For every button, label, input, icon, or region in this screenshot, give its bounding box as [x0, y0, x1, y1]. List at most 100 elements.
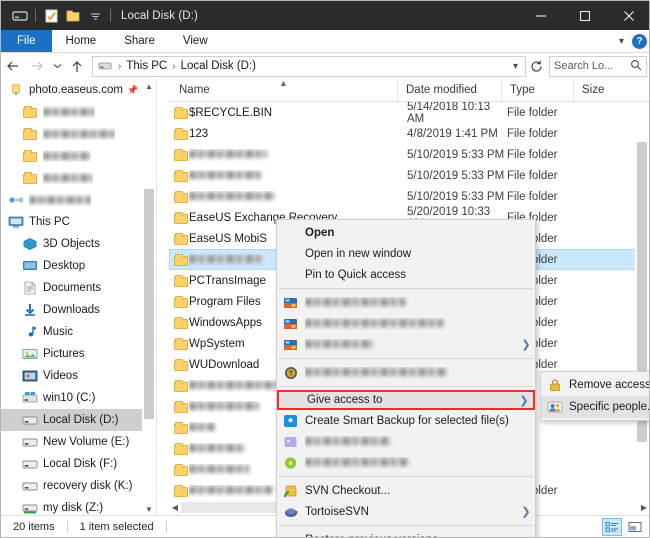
- lock-icon: [541, 378, 569, 392]
- file-date-modified: 5/10/2019 5:33 PM: [407, 149, 507, 161]
- menu-item-tortoisesvn[interactable]: TortoiseSVN❯: [277, 501, 535, 522]
- back-button[interactable]: [1, 54, 25, 78]
- pin-icon[interactable]: 📌: [127, 85, 138, 96]
- sidebar-item-new-volume-e[interactable]: New Volume (E:): [1, 431, 156, 453]
- sidebar-item-this-pc[interactable]: This PC: [1, 211, 156, 233]
- sidebar-item-win10-c[interactable]: win10 (C:): [1, 387, 156, 409]
- scroll-left-icon[interactable]: ◀: [169, 503, 181, 512]
- sidebar-item-downloads[interactable]: Downloads: [1, 299, 156, 321]
- toolbar-divider-2: [110, 9, 111, 22]
- menu-item-give-access-to[interactable]: Give access to❯: [277, 390, 535, 410]
- search-input[interactable]: Search Lo...: [549, 56, 647, 77]
- sidebar-item-pictures[interactable]: Pictures: [1, 343, 156, 365]
- redacted-text: [43, 108, 95, 116]
- table-row[interactable]: 5/10/2019 5:33 PMFile folder: [169, 165, 650, 186]
- menu-item-redacted-9[interactable]: [277, 431, 535, 452]
- properties-icon[interactable]: [40, 5, 62, 27]
- submenu-item-remove-access[interactable]: Remove access: [541, 374, 650, 396]
- scroll-up-icon[interactable]: ▲: [142, 79, 156, 93]
- breadcrumb[interactable]: › This PC › Local Disk (D:) ▾: [92, 56, 526, 77]
- help-icon[interactable]: ?: [632, 34, 647, 49]
- sidebar-item-redacted-3[interactable]: [1, 145, 156, 167]
- 3d-objects-icon: [21, 236, 38, 252]
- scrollbar-thumb[interactable]: [144, 189, 154, 419]
- redacted-text: [189, 381, 277, 389]
- close-button[interactable]: [607, 1, 650, 30]
- pin-folder-icon: [7, 82, 24, 98]
- menu-item-redacted-6[interactable]: [277, 362, 535, 383]
- address-bar: › This PC › Local Disk (D:) ▾ Search Lo.…: [1, 53, 650, 79]
- sidebar-item-music[interactable]: Music: [1, 321, 156, 343]
- large-icons-view-icon[interactable]: [625, 518, 645, 536]
- submenu-item-label: Remove access: [569, 379, 650, 391]
- sidebar-item-redacted-1[interactable]: [1, 101, 156, 123]
- menu-item-open-in-new-window[interactable]: Open in new window: [277, 243, 535, 264]
- redacted-text: [29, 196, 91, 204]
- refresh-icon[interactable]: [526, 56, 546, 77]
- forward-button[interactable]: [25, 54, 49, 78]
- table-row[interactable]: 1234/8/2019 1:41 PMFile folder: [169, 123, 650, 144]
- column-header-date-modified[interactable]: Date modified: [397, 79, 501, 102]
- sidebar-item-label: Desktop: [43, 260, 85, 272]
- chevron-down-icon[interactable]: ▾: [508, 61, 523, 72]
- sidebar-item-videos[interactable]: Videos: [1, 365, 156, 387]
- sidebar-item-redacted-2[interactable]: [1, 123, 156, 145]
- tab-home[interactable]: Home: [52, 30, 111, 52]
- submenu-item-specific-people[interactable]: Specific people...: [541, 396, 650, 418]
- sidebar-item-local-disk-f[interactable]: Local Disk (F:): [1, 453, 156, 475]
- network-drive-icon: [21, 500, 38, 516]
- column-header-name[interactable]: Name ▲: [169, 79, 397, 102]
- menu-item-pin-to-quick-access[interactable]: Pin to Quick access: [277, 264, 535, 285]
- sidebar-item-local-disk-d[interactable]: Local Disk (D:): [1, 409, 156, 431]
- menu-item-redacted-5[interactable]: ❯: [277, 334, 535, 355]
- sidebar-item-photo-easeus-com[interactable]: photo.easeus.com📌: [1, 79, 156, 101]
- scrollbar-track[interactable]: [142, 93, 156, 502]
- menu-item-open[interactable]: Open: [277, 222, 535, 243]
- navigation-pane-scrollbar[interactable]: ▲ ▼: [142, 79, 156, 516]
- network-icon: [7, 192, 24, 208]
- menu-item-svn-checkout[interactable]: SVN Checkout...: [277, 480, 535, 501]
- column-header-size[interactable]: Size: [573, 79, 633, 102]
- tab-view[interactable]: View: [169, 30, 222, 52]
- new-folder-icon[interactable]: [62, 5, 84, 27]
- table-row[interactable]: $RECYCLE.BIN5/14/2018 10:13 AMFile folde…: [169, 102, 650, 123]
- column-header-size-label: Size: [582, 84, 604, 96]
- ribbon-tab-bar: File Home Share View ▾ ?: [1, 30, 650, 53]
- window-controls: [519, 1, 650, 30]
- file-date-modified: 4/8/2019 1:41 PM: [407, 128, 507, 140]
- scroll-right-icon[interactable]: ▶: [638, 503, 650, 512]
- drive-icon: [21, 434, 38, 450]
- menu-item-redacted-3[interactable]: [277, 292, 535, 313]
- table-row[interactable]: 5/10/2019 5:33 PMFile folder: [169, 144, 650, 165]
- search-icon[interactable]: [630, 59, 642, 74]
- menu-item-redacted-10[interactable]: [277, 452, 535, 473]
- maximize-button[interactable]: [563, 1, 607, 30]
- minimize-button[interactable]: [519, 1, 563, 30]
- menu-item-redacted-4[interactable]: [277, 313, 535, 334]
- file-list-vertical-scrollbar[interactable]: [635, 102, 649, 506]
- details-view-icon[interactable]: [602, 518, 622, 536]
- scroll-down-icon[interactable]: ▼: [142, 502, 156, 516]
- sidebar-item-redacted-4[interactable]: [1, 167, 156, 189]
- sidebar-item-recovery-disk-k[interactable]: recovery disk (K:): [1, 475, 156, 497]
- breadcrumb-item-local-disk-d[interactable]: Local Disk (D:): [179, 60, 258, 72]
- menu-item-label: [305, 367, 517, 379]
- table-row[interactable]: 5/10/2019 5:33 PMFile folder: [169, 186, 650, 207]
- chevron-down-icon[interactable]: ▾: [619, 36, 624, 47]
- sidebar-item-documents[interactable]: Documents: [1, 277, 156, 299]
- sidebar-item-my-disk-z[interactable]: my disk (Z:): [1, 497, 156, 516]
- pane-divider[interactable]: [156, 79, 157, 516]
- sidebar-item-desktop[interactable]: Desktop: [1, 255, 156, 277]
- customize-chevron-icon[interactable]: [84, 5, 106, 27]
- up-button[interactable]: [65, 54, 89, 78]
- breadcrumb-item-this-pc[interactable]: This PC: [124, 60, 169, 72]
- menu-item-create-smart-backup-for-selected-file-s[interactable]: Create Smart Backup for selected file(s): [277, 410, 535, 431]
- shield-icon: [277, 366, 305, 380]
- column-header-type[interactable]: Type: [501, 79, 573, 102]
- recent-locations-button[interactable]: [49, 54, 65, 78]
- tab-share[interactable]: Share: [110, 30, 169, 52]
- tab-file[interactable]: File: [1, 30, 52, 52]
- sidebar-item-3d-objects[interactable]: 3D Objects: [1, 233, 156, 255]
- sidebar-item-redacted-5[interactable]: [1, 189, 156, 211]
- menu-item-restore-previous-versions[interactable]: Restore previous versions: [277, 529, 535, 538]
